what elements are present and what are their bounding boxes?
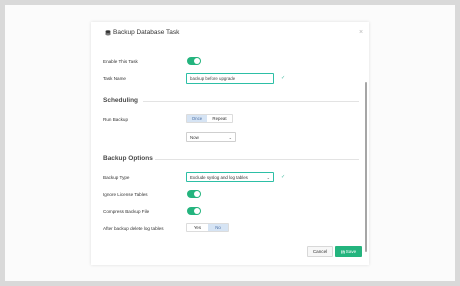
- enable-task-label: Enable This Task: [103, 59, 138, 64]
- run-when-select[interactable]: Now ⌄: [186, 132, 236, 142]
- compress-backup-label: Compress Backup File: [103, 209, 150, 214]
- backup-type-value: Exclude syslog and log tables: [190, 175, 248, 180]
- backup-type-select[interactable]: Exclude syslog and log tables ⌄: [186, 172, 274, 182]
- scheduling-section-title: Scheduling: [103, 97, 139, 104]
- modal-title-text: Backup Database Task: [113, 29, 180, 36]
- delete-log-yes-option[interactable]: Yes: [187, 224, 208, 231]
- run-backup-label: Run Backup: [103, 117, 129, 122]
- delete-log-tables-segmented-control: Yes No: [186, 223, 229, 232]
- database-icon: [105, 29, 111, 35]
- run-backup-once-option[interactable]: Once: [187, 115, 207, 122]
- cancel-button[interactable]: Cancel: [307, 246, 333, 257]
- modal-header: Backup Database Task ×: [91, 22, 369, 46]
- enable-task-toggle[interactable]: [187, 57, 201, 65]
- scheduling-divider: [143, 101, 359, 102]
- compress-backup-toggle[interactable]: [187, 207, 201, 215]
- backup-type-check-icon: ✓: [281, 174, 286, 180]
- backup-options-section-title: Backup Options: [103, 155, 153, 162]
- task-name-input[interactable]: backup before upgrade: [186, 73, 274, 84]
- save-icon: [341, 249, 345, 254]
- modal-title: Backup Database Task: [105, 29, 179, 36]
- save-button-label: Save: [345, 249, 357, 254]
- run-backup-segmented-control: Once Repeat: [186, 114, 233, 123]
- ignore-license-label: Ignore License Tables: [103, 192, 148, 197]
- backup-type-label: Backup Type: [103, 175, 130, 180]
- backup-task-modal: Backup Database Task × Enable This Task …: [91, 22, 369, 265]
- chevron-down-icon: ⌄: [266, 175, 270, 180]
- task-name-label: Task Name: [103, 76, 126, 81]
- run-when-value: Now: [190, 135, 199, 140]
- delete-log-no-option[interactable]: No: [208, 224, 228, 231]
- delete-log-tables-label: After backup delete log tables: [103, 226, 164, 231]
- task-name-check-icon: ✓: [281, 75, 286, 81]
- chevron-down-icon: ⌄: [228, 135, 232, 140]
- run-backup-repeat-option[interactable]: Repeat: [207, 115, 232, 122]
- backup-options-divider: [155, 159, 359, 160]
- ignore-license-toggle[interactable]: [187, 190, 201, 198]
- save-button[interactable]: Save: [335, 246, 362, 257]
- scrollbar-thumb[interactable]: [365, 82, 367, 252]
- close-icon[interactable]: ×: [359, 29, 363, 36]
